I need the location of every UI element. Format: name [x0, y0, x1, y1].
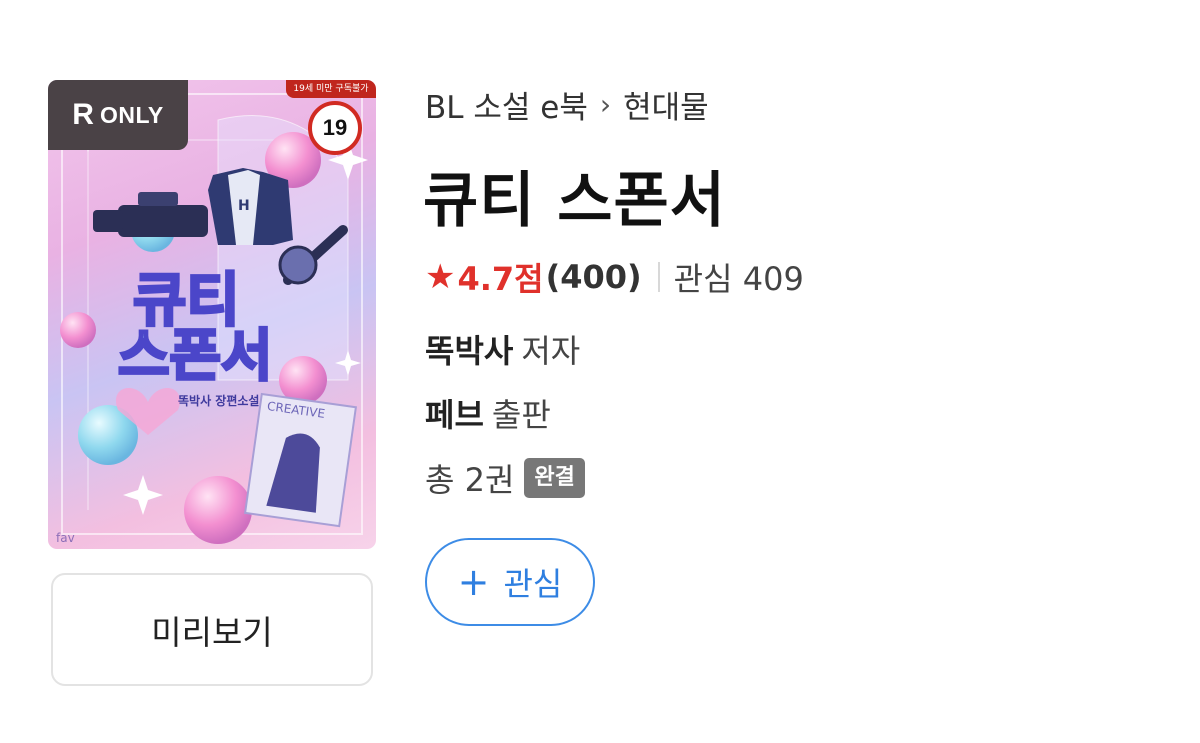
- book-title: 큐티 스폰서: [423, 166, 726, 236]
- book-detail-page: H 큐티 스폰서 똑박사 장편소설 CREATIVE fav R ONLY 19…: [0, 0, 1200, 743]
- cover-title-line2: 스폰서: [118, 324, 273, 389]
- r-only-badge-text: ONLY: [99, 101, 164, 128]
- author-name[interactable]: 똑박사: [425, 332, 513, 370]
- author-role: 저자: [521, 332, 581, 370]
- r-only-badge-letter: R: [72, 98, 94, 131]
- chevron-right-icon: ›: [599, 88, 612, 121]
- volumes-line: 총 2권 완결: [425, 455, 585, 501]
- rating-row: ★ 4.7점 (400) 관심 409: [425, 254, 804, 300]
- breadcrumb: BL 소설 e북 › 현대물: [425, 82, 709, 127]
- cover-publisher-logo: fav: [56, 531, 75, 545]
- age-notice-strip: 19세 미만 구독불가: [286, 80, 376, 98]
- breadcrumb-category[interactable]: BL 소설 e북: [425, 82, 588, 127]
- plus-icon: +: [457, 560, 490, 604]
- add-favorite-button[interactable]: + 관심: [425, 538, 595, 626]
- preview-button[interactable]: 미리보기: [51, 573, 373, 686]
- cover-author-text: 똑박사 장편소설: [178, 393, 259, 408]
- rating-count[interactable]: (400): [546, 258, 642, 296]
- book-cover[interactable]: H 큐티 스폰서 똑박사 장편소설 CREATIVE fav R ONLY 19…: [48, 80, 376, 549]
- favorite-count: 관심 409: [673, 260, 804, 298]
- publisher-name[interactable]: 페브: [425, 396, 484, 434]
- age-rating-badge: 19: [308, 101, 362, 155]
- volume-count: 총 2권: [425, 461, 515, 499]
- completed-badge: 완결: [524, 458, 585, 498]
- add-favorite-label: 관심: [503, 565, 563, 603]
- publisher-role: 출판: [491, 396, 551, 434]
- author-line: 똑박사 저자: [425, 326, 580, 372]
- divider: [657, 262, 660, 292]
- svg-text:H: H: [238, 198, 250, 214]
- publisher-line: 페브 출판: [425, 390, 551, 436]
- rating-score: 4.7점: [457, 260, 544, 298]
- breadcrumb-subcategory[interactable]: 현대물: [623, 82, 709, 127]
- r-only-badge: R ONLY: [48, 80, 188, 150]
- star-icon: ★: [425, 257, 456, 297]
